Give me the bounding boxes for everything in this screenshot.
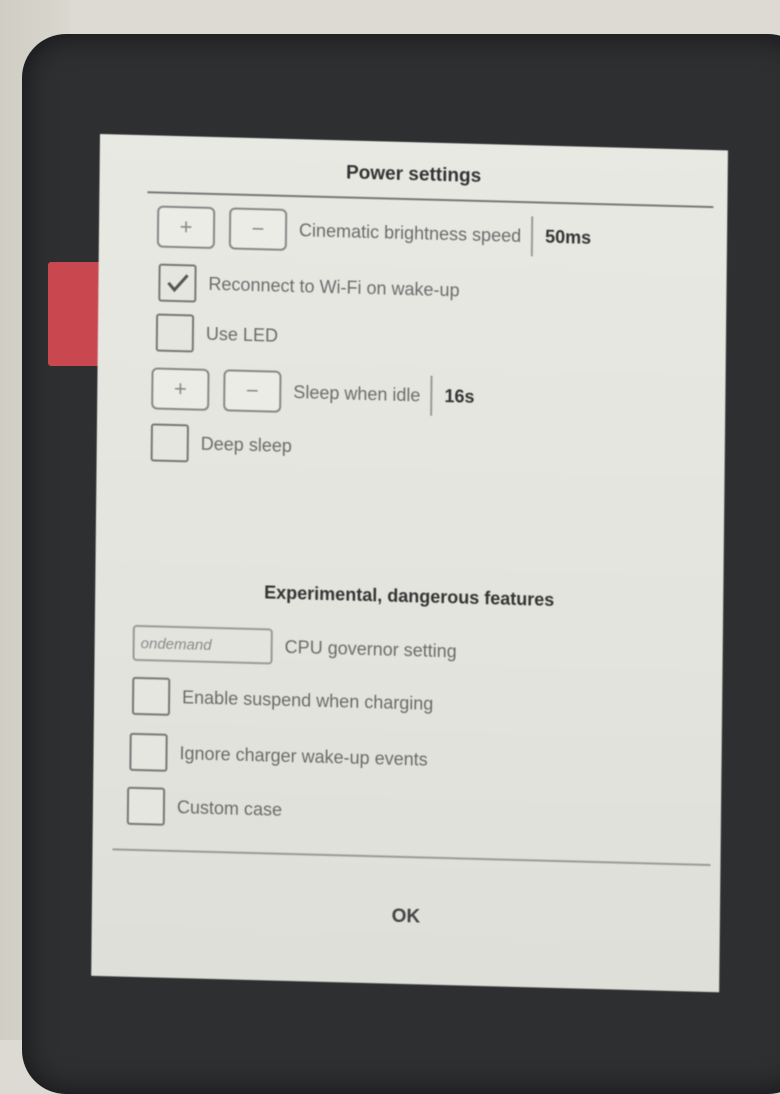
value-separator: [530, 216, 534, 257]
brightness-speed-row: + − Cinematic brightness speed 50ms: [156, 205, 592, 259]
dialog-title: Power settings: [345, 162, 482, 187]
deep-sleep-label: Deep sleep: [200, 433, 292, 456]
brightness-speed-plus-button[interactable]: +: [156, 205, 216, 250]
sleep-idle-minus-button[interactable]: −: [223, 369, 282, 413]
reconnect-wifi-row[interactable]: Reconnect to Wi-Fi on wake-up: [158, 263, 460, 310]
brightness-speed-label: Cinematic brightness speed: [298, 219, 522, 246]
ignore-charger-row[interactable]: Ignore charger wake-up events: [129, 732, 428, 779]
sleep-idle-label: Sleep when idle: [293, 381, 421, 405]
experimental-section-title: Experimental, dangerous features: [264, 582, 555, 610]
use-led-row[interactable]: Use LED: [155, 313, 279, 354]
value-separator: [430, 375, 433, 416]
sleep-idle-value: 16s: [444, 385, 475, 407]
use-led-label: Use LED: [205, 323, 279, 346]
ignore-charger-checkbox[interactable]: [129, 732, 168, 772]
ignore-charger-label: Ignore charger wake-up events: [179, 742, 428, 770]
reconnect-wifi-checkbox[interactable]: [158, 263, 197, 303]
footer-divider: [112, 848, 711, 867]
cpu-governor-row: ondemand CPU governor setting: [132, 624, 457, 669]
ok-button[interactable]: OK: [92, 898, 720, 936]
cpu-governor-select[interactable]: ondemand: [132, 624, 273, 665]
deep-sleep-row[interactable]: Deep sleep: [150, 423, 292, 465]
use-led-checkbox[interactable]: [155, 313, 195, 353]
brightness-speed-value: 50ms: [545, 226, 592, 248]
custom-case-checkbox[interactable]: [126, 786, 166, 826]
reconnect-wifi-label: Reconnect to Wi-Fi on wake-up: [208, 273, 460, 300]
title-divider: [147, 191, 714, 209]
checkmark-icon: [167, 274, 189, 293]
ereader-screen: Power settings + − Cinematic brightness …: [91, 134, 728, 993]
sleep-idle-row: + − Sleep when idle 16s: [151, 367, 475, 417]
custom-case-row[interactable]: Custom case: [126, 786, 283, 829]
deep-sleep-checkbox[interactable]: [150, 423, 189, 463]
custom-case-label: Custom case: [176, 796, 283, 820]
sleep-idle-plus-button[interactable]: +: [151, 367, 210, 411]
brightness-speed-minus-button[interactable]: −: [228, 207, 288, 251]
cpu-governor-label: CPU governor setting: [284, 636, 457, 661]
suspend-charging-row[interactable]: Enable suspend when charging: [131, 676, 434, 723]
suspend-charging-label: Enable suspend when charging: [182, 686, 434, 714]
suspend-charging-checkbox[interactable]: [131, 676, 171, 716]
